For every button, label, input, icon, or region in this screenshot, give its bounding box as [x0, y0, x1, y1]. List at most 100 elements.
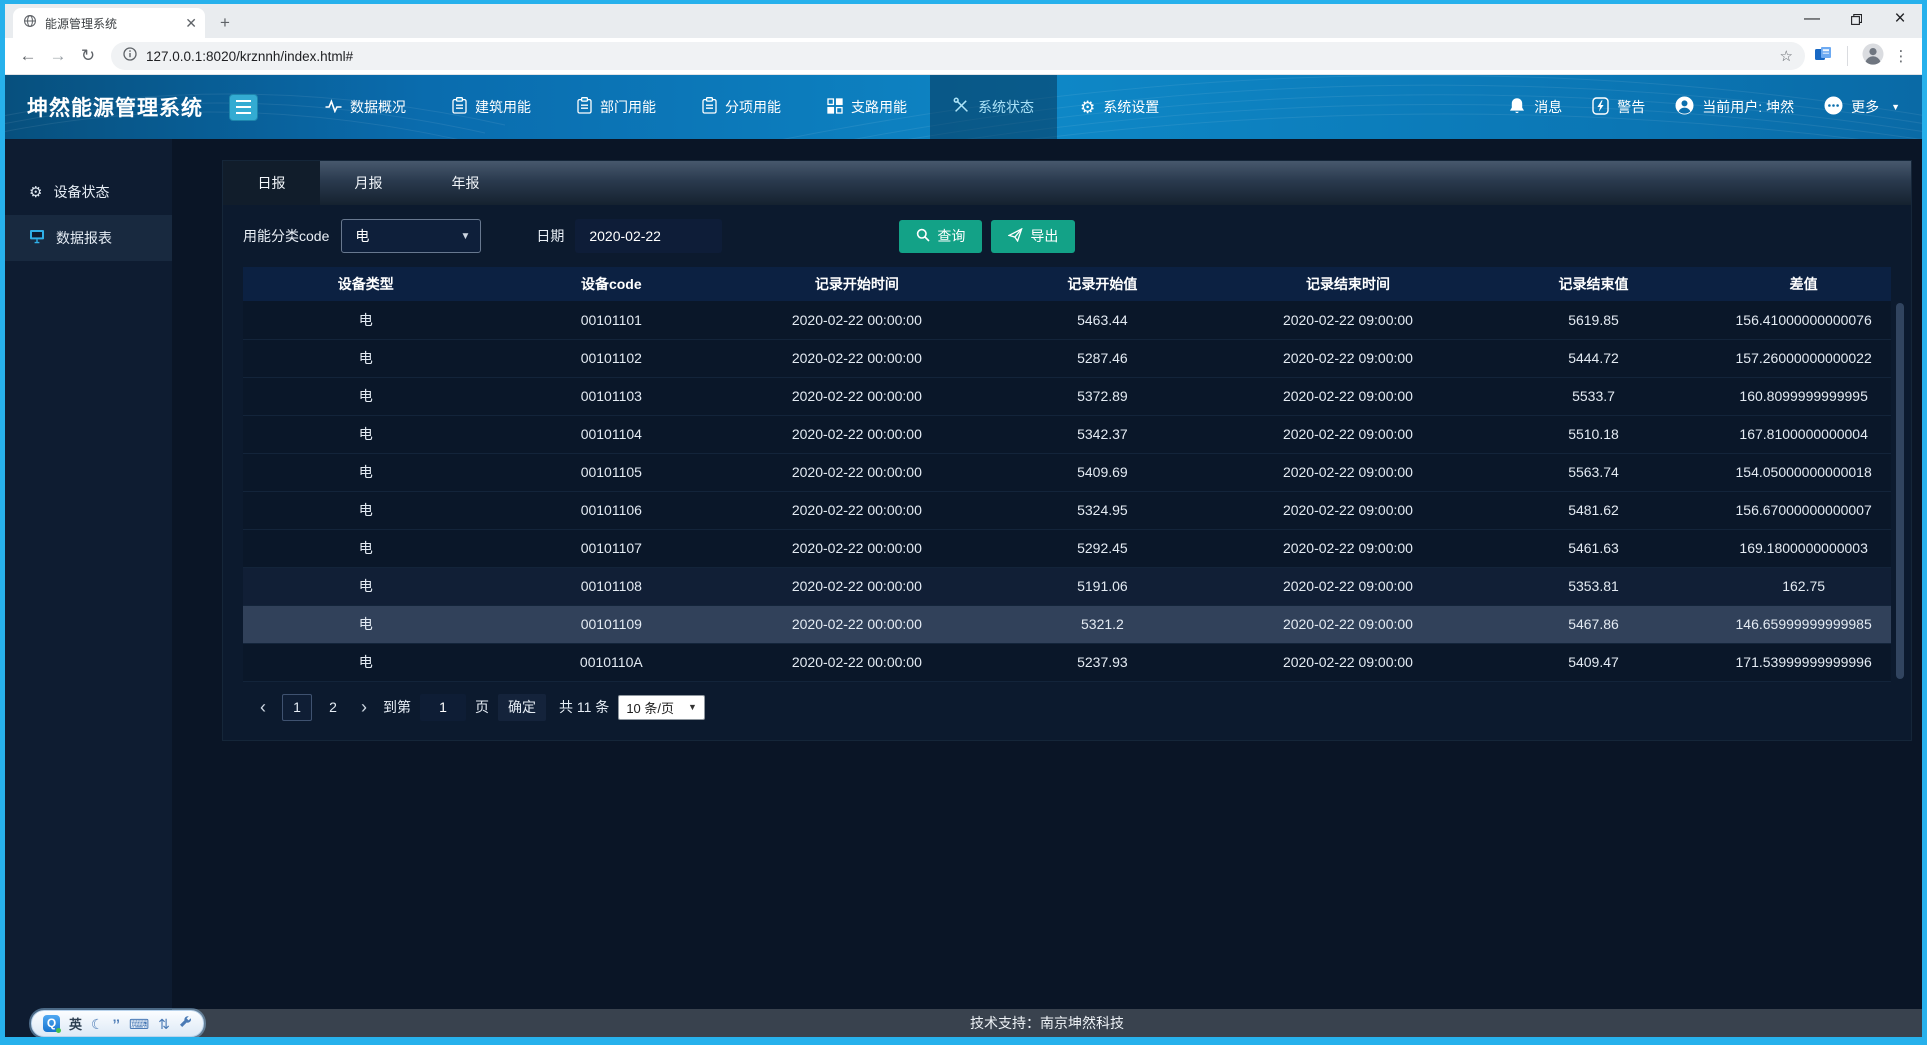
tools-icon	[953, 97, 970, 117]
browser-toolbar: ← → ↻ 127.0.0.1:8020/krznnh/index.html# …	[5, 38, 1922, 75]
col-end-time: 记录结束时间	[1225, 267, 1471, 301]
table-row[interactable]: 电00101106 2020-02-22 00:00:005324.95 202…	[243, 491, 1891, 529]
tab-daily[interactable]: 日报	[223, 161, 320, 205]
close-button[interactable]: ×	[1878, 4, 1922, 34]
table-row[interactable]: 电0010110A 2020-02-22 00:00:005237.93 202…	[243, 643, 1891, 681]
bell-icon	[1508, 97, 1526, 118]
footer: 技术支持：南京坤然科技	[172, 1009, 1922, 1037]
table-row[interactable]: 电00101102 2020-02-22 00:00:005287.46 202…	[243, 339, 1891, 377]
ime-moon-icon[interactable]: ☾	[91, 1017, 104, 1031]
ime-punctuation-icon[interactable]: ’’	[113, 1017, 120, 1031]
col-difference: 差值	[1716, 267, 1891, 301]
forward-icon[interactable]: →	[43, 46, 73, 66]
col-start-time: 记录开始时间	[734, 267, 980, 301]
report-table: 设备类型 设备code 记录开始时间 记录开始值 记录结束时间 记录结束值 差值	[243, 267, 1891, 682]
send-icon	[1008, 228, 1023, 245]
sidebar-item-device-status[interactable]: ⚙ 设备状态	[5, 169, 172, 215]
extension-icon[interactable]	[1813, 44, 1833, 69]
pagination: ‹ 1 2 › 到第 页 确定 共 11 条 10 条/页 ▼	[223, 694, 1911, 721]
menu-item-building-energy[interactable]: 建筑用能	[429, 75, 554, 139]
menu-label: 支路用能	[851, 97, 907, 117]
main-area: 日报 月报 年报 用能分类code 电 ▼ 日期	[172, 139, 1922, 1037]
ime-wrench-icon[interactable]	[179, 1015, 192, 1033]
search-icon	[916, 228, 930, 245]
query-button[interactable]: 查询	[899, 220, 982, 253]
bookmark-star-icon[interactable]: ☆	[1780, 47, 1793, 65]
goto-label: 到第	[383, 697, 411, 717]
address-bar[interactable]: 127.0.0.1:8020/krznnh/index.html# ☆	[111, 42, 1805, 70]
header-right: 消息 警告 当前用户: 坤然 更多 ▼	[1508, 96, 1900, 118]
page-button-1[interactable]: 1	[282, 694, 312, 721]
table-scrollbar[interactable]	[1896, 303, 1904, 679]
url-text[interactable]: 127.0.0.1:8020/krznnh/index.html#	[146, 49, 1771, 64]
table-row[interactable]: 电00101109 2020-02-22 00:00:005321.2 2020…	[243, 605, 1891, 643]
toolbar-right: ⋮	[1813, 43, 1914, 70]
alerts-button[interactable]: 警告	[1592, 97, 1645, 118]
ime-toolbar[interactable]: Q 英 ☾ ’’ ⌨ ⇅	[31, 1010, 204, 1037]
profile-avatar[interactable]	[1862, 43, 1884, 70]
export-button[interactable]: 导出	[991, 220, 1075, 253]
tab-yearly[interactable]: 年报	[417, 161, 514, 205]
window-controls: — ×	[1790, 4, 1922, 34]
lightning-icon	[1592, 97, 1609, 118]
next-page-icon[interactable]: ›	[354, 698, 374, 716]
table-row[interactable]: 电00101105 2020-02-22 00:00:005409.69 202…	[243, 453, 1891, 491]
menu-item-system-settings[interactable]: ⚙ 系统设置	[1057, 75, 1182, 139]
confirm-button[interactable]: 确定	[498, 694, 546, 721]
site-info-icon[interactable]	[123, 47, 137, 66]
back-icon[interactable]: ←	[13, 46, 43, 66]
sidebar-item-label: 设备状态	[53, 182, 109, 202]
toolbar-divider	[1847, 46, 1848, 66]
report-panel: 日报 月报 年报 用能分类code 电 ▼ 日期	[222, 160, 1912, 741]
monitor-icon	[29, 229, 45, 247]
goto-page-input[interactable]	[420, 694, 466, 721]
ime-keyboard-icon[interactable]: ⌨	[129, 1017, 149, 1031]
tab-close-icon[interactable]: ✕	[185, 16, 197, 30]
tab-monthly[interactable]: 月报	[320, 161, 417, 205]
menu-item-data-overview[interactable]: 数据概况	[302, 75, 429, 139]
page-size-select[interactable]: 10 条/页 ▼	[618, 695, 705, 720]
prev-page-icon[interactable]: ‹	[253, 698, 273, 716]
report-table-body: 电00101101 2020-02-22 00:00:005463.44 202…	[243, 301, 1891, 681]
current-user[interactable]: 当前用户: 坤然	[1675, 96, 1794, 118]
menu-item-branch-energy[interactable]: 支路用能	[804, 75, 930, 139]
browser-window: 能源管理系统 ✕ + — × ← → ↻ 127.0.0.1:8020/krzn…	[0, 0, 1927, 1045]
menu-item-subitem-energy[interactable]: 分项用能	[679, 75, 804, 139]
table-row[interactable]: 电00101101 2020-02-22 00:00:005463.44 202…	[243, 301, 1891, 339]
gear-icon: ⚙	[1080, 99, 1095, 116]
table-header-row: 设备类型 设备code 记录开始时间 记录开始值 记录结束时间 记录结束值 差值	[243, 267, 1891, 301]
category-select[interactable]: 电 ▼	[341, 219, 481, 253]
clipboard-icon	[452, 97, 467, 117]
date-label: 日期	[536, 226, 564, 246]
collapse-menu-icon[interactable]	[229, 94, 258, 121]
date-input[interactable]	[575, 219, 722, 253]
page-button-2[interactable]: 2	[321, 699, 345, 715]
clipboard-icon	[702, 97, 717, 117]
ellipsis-icon	[1824, 96, 1843, 118]
minimize-button[interactable]: —	[1790, 4, 1834, 34]
ime-logo-icon[interactable]: Q	[43, 1015, 60, 1032]
main-menu: 数据概况 建筑用能 部门用能 分项用能 支路用能	[302, 75, 1182, 139]
sidebar-item-label: 数据报表	[56, 228, 112, 248]
more-button[interactable]: 更多 ▼	[1824, 96, 1900, 118]
table-row[interactable]: 电00101108 2020-02-22 00:00:005191.06 202…	[243, 567, 1891, 605]
ime-language-toggle[interactable]: 英	[69, 1014, 82, 1033]
window-frame: 能源管理系统 ✕ + — × ← → ↻ 127.0.0.1:8020/krzn…	[5, 4, 1922, 1037]
reload-icon[interactable]: ↻	[73, 46, 103, 66]
table-row[interactable]: 电00101104 2020-02-22 00:00:005342.37 202…	[243, 415, 1891, 453]
menu-item-system-status[interactable]: 系统状态	[930, 75, 1057, 139]
category-label: 用能分类code	[243, 226, 329, 246]
browser-tab[interactable]: 能源管理系统 ✕	[13, 8, 205, 38]
sidebar-item-data-report[interactable]: 数据报表	[5, 215, 172, 261]
browser-menu-icon[interactable]: ⋮	[1892, 47, 1910, 65]
menu-item-department-energy[interactable]: 部门用能	[554, 75, 679, 139]
ime-fullwidth-icon[interactable]: ⇅	[158, 1017, 170, 1031]
table-row[interactable]: 电00101107 2020-02-22 00:00:005292.45 202…	[243, 529, 1891, 567]
table-row[interactable]: 电00101103 2020-02-22 00:00:005372.89 202…	[243, 377, 1891, 415]
tab-title: 能源管理系统	[45, 15, 177, 32]
menu-label: 系统设置	[1103, 97, 1159, 117]
menu-label: 系统状态	[978, 97, 1034, 117]
messages-button[interactable]: 消息	[1508, 97, 1562, 118]
restore-button[interactable]	[1834, 4, 1878, 34]
new-tab-button[interactable]: +	[211, 9, 239, 37]
